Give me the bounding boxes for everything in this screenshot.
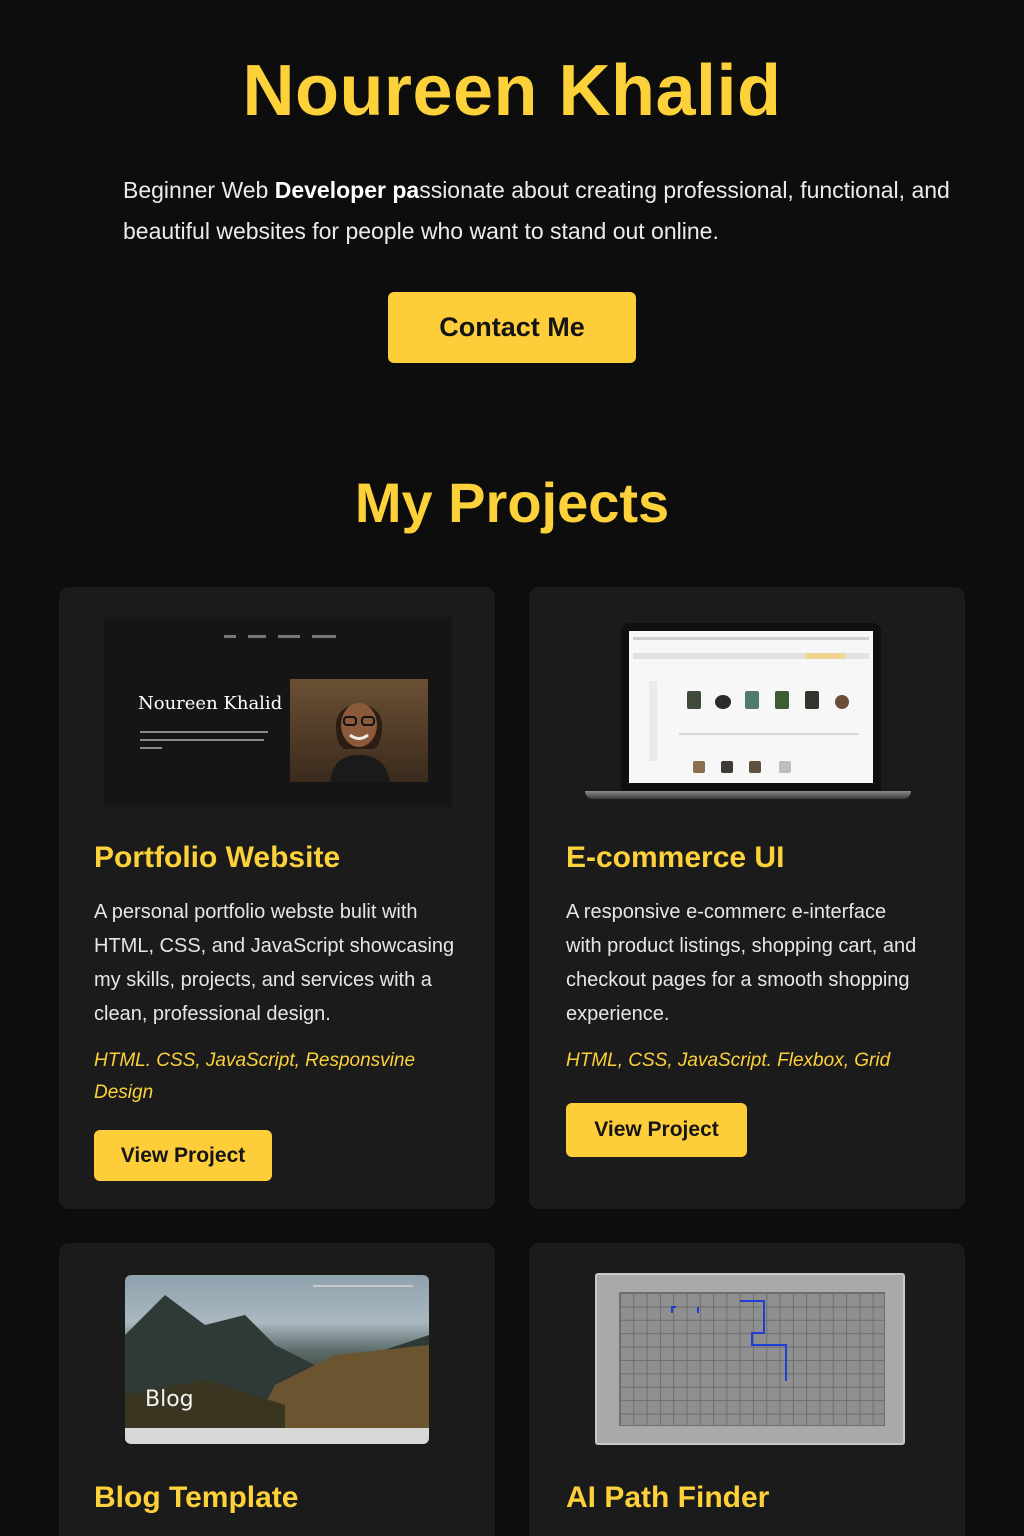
blog-nav <box>313 1285 413 1287</box>
blog-footer-bar <box>125 1428 429 1444</box>
hero-desc-bold: Developer pa <box>274 177 420 203</box>
project-description: A responsive e-commerc e-interface with … <box>566 901 917 1025</box>
ecommerce-screen-content <box>629 631 873 783</box>
thumbnail-nav <box>224 635 336 638</box>
projects-heading: My Projects <box>354 471 670 534</box>
hero-desc-part1: Beginner Web <box>123 177 275 203</box>
project-title: Portfolio Website <box>94 841 341 874</box>
path-line <box>671 1300 787 1381</box>
project-card-pathfinder: AI Path Finder <box>529 1243 965 1536</box>
contact-button[interactable]: Contact Me <box>388 292 636 363</box>
hero-description: Beginner Web Developer passionate about … <box>123 170 983 252</box>
portfolio-thumbnail[interactable]: Noureen Khalid <box>104 617 452 807</box>
project-title: E-commerce UI <box>566 841 785 874</box>
project-card-blog: Blog Blog Template <box>59 1243 495 1536</box>
thumbnail-text-line <box>140 731 268 733</box>
project-title: Blog Template <box>94 1481 299 1514</box>
blog-thumbnail[interactable]: Blog <box>125 1275 429 1444</box>
portfolio-page: Noureen Khalid Beginner Web Developer pa… <box>0 0 1024 1536</box>
blog-label: Blog <box>145 1387 194 1412</box>
thumbnail-text-line <box>140 747 162 749</box>
project-title: AI Path Finder <box>566 1481 770 1514</box>
laptop-base <box>585 791 911 799</box>
ecommerce-thumbnail[interactable] <box>585 623 911 803</box>
project-tags: HTML. CSS, JavaScript, Responsvine Desig… <box>94 1050 416 1103</box>
thumbnail-name: Noureen Khalid <box>138 693 283 714</box>
view-project-button[interactable]: View Project <box>94 1130 272 1181</box>
pathfinder-thumbnail[interactable] <box>595 1273 905 1445</box>
hero-name: Noureen Khalid <box>242 51 782 131</box>
view-project-button[interactable]: View Project <box>566 1103 747 1157</box>
project-description: A personal portfolio webste bulit with H… <box>94 901 455 1025</box>
profile-photo <box>290 679 428 782</box>
thumbnail-text-line <box>140 739 264 741</box>
project-card-ecommerce: E-commerce UI A responsive e-commerc e-i… <box>529 587 965 1209</box>
project-card-portfolio: Noureen Khalid Portfolio Website A perso… <box>59 587 495 1209</box>
pathfinder-grid <box>619 1292 885 1426</box>
mountain-landscape <box>125 1295 429 1444</box>
laptop-screen <box>621 623 881 791</box>
project-tags: HTML, CSS, JavaScript. Flexbox, Grid <box>566 1050 891 1071</box>
